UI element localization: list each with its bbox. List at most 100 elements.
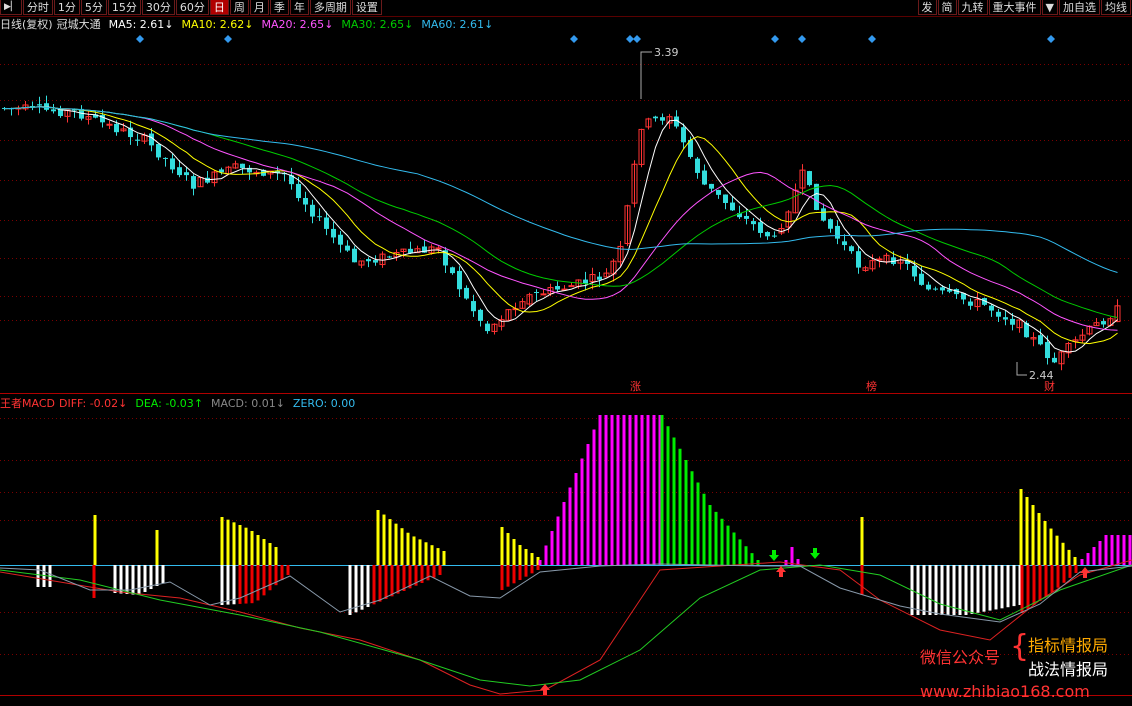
event-diamond-0	[136, 35, 144, 43]
event-diamond-7	[868, 35, 876, 43]
candle-body	[345, 245, 350, 251]
candle-102	[716, 189, 721, 199]
signal-line	[0, 563, 1132, 623]
ma30-line	[4, 106, 1118, 318]
candle-body	[1003, 317, 1008, 320]
candle-body	[464, 287, 469, 299]
candle-147	[1030, 332, 1037, 347]
signal-arrow-3	[810, 548, 820, 559]
candle-65	[457, 266, 462, 297]
event-diamond-4	[633, 35, 641, 43]
event-diamond-6	[798, 35, 806, 43]
candle-91	[638, 128, 645, 168]
candle-8	[58, 105, 63, 118]
event-marker-zhang[interactable]: 涨	[630, 380, 641, 393]
candle-152	[1065, 341, 1072, 358]
candle-41	[289, 167, 294, 190]
candle-body	[156, 143, 161, 158]
candle-55	[387, 255, 392, 259]
candle-body	[933, 288, 938, 290]
candle-66	[464, 285, 469, 300]
candle-44	[310, 199, 315, 224]
stock-chart[interactable]: 3.39 2.44 涨 榜 财	[0, 0, 1132, 706]
candle-body	[744, 215, 749, 219]
candle-body	[450, 267, 455, 274]
candle-159	[1114, 299, 1121, 323]
candle-body	[191, 176, 196, 189]
candle-body	[996, 311, 1001, 317]
candle-body	[338, 234, 343, 245]
ma10-line	[4, 106, 1118, 345]
candle-18	[128, 120, 133, 145]
ma60-line	[4, 106, 1118, 273]
event-diamond-8	[1047, 35, 1055, 43]
event-marker-cai[interactable]: 财	[1044, 379, 1055, 393]
candle-43	[303, 191, 308, 212]
candle-body	[835, 225, 840, 239]
candle-109	[765, 231, 770, 240]
candle-body	[310, 204, 315, 217]
candle-12	[85, 110, 92, 125]
candle-77	[540, 289, 547, 296]
event-marker-bang[interactable]: 榜	[866, 379, 877, 393]
candle-83	[583, 271, 588, 291]
candle-body	[919, 273, 924, 285]
candle-136	[954, 288, 959, 299]
signal-arrow-4	[1080, 567, 1090, 578]
candle-133	[933, 286, 938, 291]
signal-arrow-0	[540, 684, 550, 695]
watermark-url[interactable]: www.zhibiao168.com	[920, 682, 1090, 701]
candle-89	[624, 204, 631, 247]
candle-111	[778, 223, 785, 235]
candle-4	[30, 101, 35, 111]
candle-72	[505, 308, 512, 322]
candle-52	[366, 257, 371, 268]
candle-body	[716, 190, 721, 195]
candle-24	[170, 153, 175, 174]
watermark-line2: 战法情报局	[1028, 660, 1109, 679]
candle-body	[317, 216, 322, 218]
candle-body	[807, 171, 812, 186]
candle-body	[296, 183, 301, 199]
candle-156	[1093, 317, 1100, 327]
candle-79	[555, 281, 560, 292]
candle-19	[135, 133, 140, 146]
candle-151	[1058, 350, 1065, 371]
candle-body	[366, 259, 371, 262]
candle-7	[51, 103, 56, 114]
candle-27	[191, 174, 196, 196]
candle-107	[751, 217, 756, 231]
candle-76	[534, 289, 539, 301]
watermark-brace: {	[1010, 629, 1030, 664]
candle-28	[197, 176, 204, 188]
candle-96	[674, 110, 679, 129]
candle-22	[156, 143, 161, 161]
candle-94	[660, 113, 665, 125]
candle-145	[1016, 319, 1023, 333]
candle-body	[352, 248, 357, 263]
candle-122	[856, 246, 861, 274]
candle-3	[22, 100, 29, 111]
candle-30	[211, 169, 218, 187]
candle-body	[730, 202, 735, 211]
candle-body	[435, 247, 442, 250]
candle-body	[709, 183, 714, 189]
candle-body	[163, 157, 168, 159]
candle-body	[821, 208, 826, 221]
candle-93	[653, 115, 658, 122]
candle-92	[645, 117, 652, 130]
high-price-annotation: 3.39	[640, 46, 679, 99]
candle-body	[478, 309, 483, 321]
candle-body	[876, 258, 883, 261]
candle-body	[989, 305, 994, 311]
candle-64	[450, 266, 455, 275]
candle-body	[568, 285, 575, 288]
candle-74	[519, 298, 526, 310]
candle-body	[723, 194, 728, 203]
candle-119	[835, 220, 840, 245]
candle-body	[457, 270, 462, 290]
candle-15	[106, 120, 113, 130]
candle-129	[905, 253, 910, 270]
candle-87	[610, 258, 617, 282]
candle-body	[660, 117, 665, 121]
